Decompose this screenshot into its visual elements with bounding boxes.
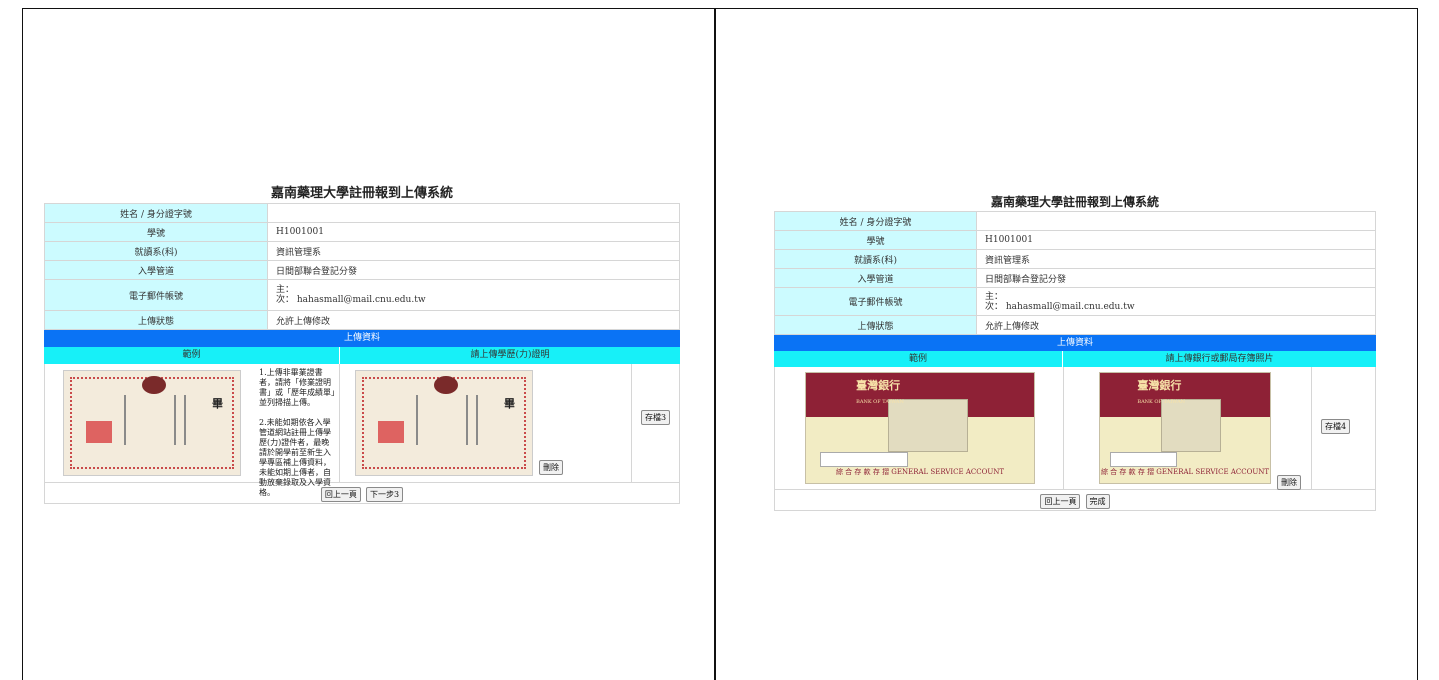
row-email: 電子郵件帳號 主： 次： hahasmall@mail.cnu.edu.tw [774,287,1376,316]
email-primary: 主： [985,291,1004,302]
row-upload-status: 上傳狀態 允許上傳修改 [44,310,680,330]
value-email: 主： 次： hahasmall@mail.cnu.edu.tw [976,287,1376,316]
section-header: 上傳資料 [774,335,1376,351]
save-button[interactable]: 存檔3 [641,410,671,425]
left-screenshot: 嘉南藥理大學註冊報到上傳系統 姓名 / 身分證字號 學號 H1001001 就讀系… [44,185,680,504]
row-upload-status: 上傳狀態 允許上傳修改 [774,315,1376,335]
label-admission: 入學管道 [774,268,977,288]
column-headers: 範例 請上傳學歷(力)證明 [44,347,680,364]
bank-brand-en: BANK OF TAIWAN [1137,399,1186,406]
value-student-id: H1001001 [976,230,1376,250]
back-button[interactable]: 回上一頁 [1040,494,1081,509]
column-headers: 範例 請上傳銀行或郵局存簿照片 [774,351,1376,367]
label-name: 姓名 / 身分證字號 [774,211,977,231]
bank-brand: 臺灣銀行 [856,379,901,393]
save-button[interactable]: 存檔4 [1321,419,1351,434]
label-department: 就讀系(科) [44,241,268,261]
right-screenshot: 嘉南藥理大學註冊報到上傳系統 姓名 / 身分證字號 學號 H1001001 就讀系… [774,194,1376,511]
value-upload-status: 允許上傳修改 [976,315,1376,335]
value-student-id: H1001001 [267,222,680,242]
uploaded-passbook-image: 臺灣銀行 BANK OF TAIWAN 綜 合 存 款 存 摺 GENERAL … [1099,372,1271,484]
nav-row: 回上一頁 下一步3 [44,483,680,504]
page-title: 嘉南藥理大學註冊報到上傳系統 [270,186,453,201]
label-student-id: 學號 [774,230,977,250]
value-upload-status: 允許上傳修改 [267,310,680,330]
label-department: 就讀系(科) [774,249,977,269]
label-admission: 入學管道 [44,260,268,280]
upload-row: 畢 1.上傳非畢業證書者，請將「修業證明書」或「歷年成績單」並列掃描上傳。 2.… [44,364,680,497]
delete-button[interactable]: 刪除 [1277,475,1301,490]
passbook-footer: 綜 合 存 款 存 摺 GENERAL SERVICE ACCOUNT [835,468,1005,476]
value-admission: 日間部聯合登記分發 [267,260,680,280]
email-secondary: 次： hahasmall@mail.cnu.edu.tw [276,295,426,305]
page-title: 嘉南藥理大學註冊報到上傳系統 [990,195,1159,209]
row-department: 就讀系(科) 資訊管理系 [774,249,1376,269]
section-header: 上傳資料 [44,330,680,347]
row-admission: 入學管道 日間部聯合登記分發 [44,260,680,280]
row-name: 姓名 / 身分證字號 [44,203,680,223]
col-upload: 請上傳學歷(力)證明 [339,347,680,364]
value-email: 主： 次： hahasmall@mail.cnu.edu.tw [267,279,680,311]
done-button[interactable]: 完成 [1085,494,1110,509]
email-primary: 主： [276,285,295,295]
student-info-table: 姓名 / 身分證字號 學號 H1001001 就讀系(科) 資訊管理系 入學管道 日間… [44,203,680,330]
uploaded-certificate-image: 畢 [355,370,533,476]
row-student-id: 學號 H1001001 [774,230,1376,250]
value-admission: 日間部聯合登記分發 [976,268,1376,288]
row-department: 就讀系(科) 資訊管理系 [44,241,680,261]
email-secondary: 次： hahasmall@mail.cnu.edu.tw [985,301,1135,312]
next-button[interactable]: 下一步3 [366,487,404,502]
nav-row: 回上一頁 完成 [774,490,1376,511]
label-name: 姓名 / 身分證字號 [44,203,268,223]
example-passbook-image: 臺灣銀行 BANK OF TAIWAN 綜 合 存 款 存 摺 GENERAL … [805,372,1035,484]
label-email: 電子郵件帳號 [774,287,977,316]
delete-button[interactable]: 刪除 [539,460,563,475]
label-student-id: 學號 [44,222,268,242]
student-info-table: 姓名 / 身分證字號 學號 H1001001 就讀系(科) 資訊管理系 入學管道 日間… [774,211,1376,335]
label-email: 電子郵件帳號 [44,279,268,311]
col-example: 範例 [44,347,339,364]
bank-brand-en: BANK OF TAIWAN [856,399,904,406]
example-certificate-image: 畢 [63,370,241,476]
upload-instructions: 1.上傳非畢業證書者，請將「修業證明書」或「歷年成績單」並列掃描上傳。 2.未能… [259,368,335,497]
upload-row: 臺灣銀行 BANK OF TAIWAN 綜 合 存 款 存 摺 GENERAL … [774,367,1376,490]
value-department: 資訊管理系 [976,249,1376,269]
label-upload-status: 上傳狀態 [44,310,268,330]
column-divider [714,8,716,680]
row-student-id: 學號 H1001001 [44,222,680,242]
col-example: 範例 [774,351,1062,367]
row-name: 姓名 / 身分證字號 [774,211,1376,231]
bank-brand: 臺灣銀行 [1137,379,1182,393]
label-upload-status: 上傳狀態 [774,315,977,335]
value-name [976,211,1376,231]
passbook-footer: 綜 合 存 款 存 摺 GENERAL SERVICE ACCOUNT [1100,468,1270,476]
value-name [267,203,680,223]
col-upload: 請上傳銀行或郵局存簿照片 [1062,351,1376,367]
row-email: 電子郵件帳號 主： 次： hahasmall@mail.cnu.edu.tw [44,279,680,311]
value-department: 資訊管理系 [267,241,680,261]
row-admission: 入學管道 日間部聯合登記分發 [774,268,1376,288]
